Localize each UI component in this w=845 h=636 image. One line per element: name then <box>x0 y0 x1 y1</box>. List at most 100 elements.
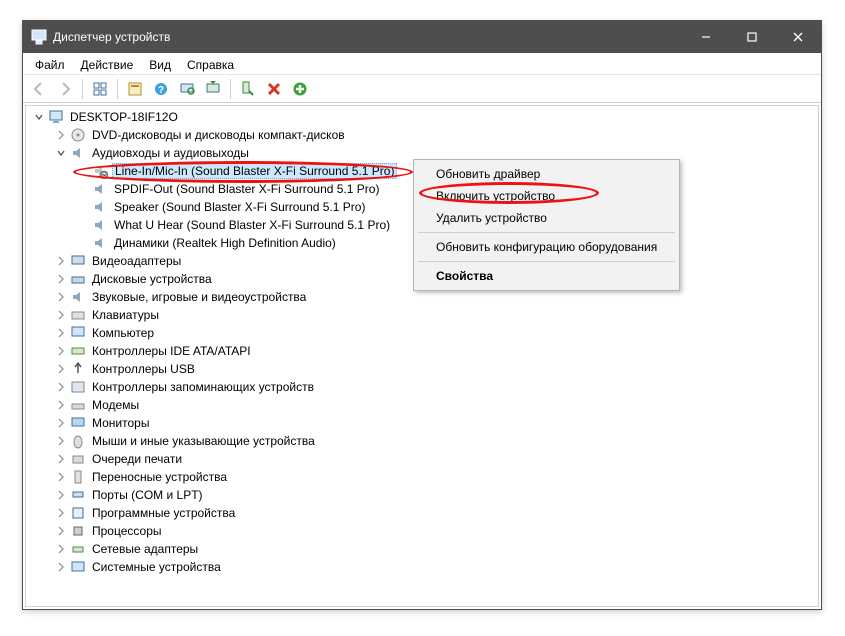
tb-add-button[interactable] <box>288 77 312 101</box>
tree-item-print[interactable]: Очереди печати <box>54 450 818 468</box>
speaker-disabled-icon <box>92 163 108 179</box>
modem-icon <box>70 397 86 413</box>
tree-item-net[interactable]: Сетевые адаптеры <box>54 540 818 558</box>
tb-enable-button[interactable] <box>236 77 260 101</box>
chevron-right-icon[interactable] <box>54 560 68 574</box>
tb-uninstall-button[interactable] <box>262 77 286 101</box>
menu-file[interactable]: Файл <box>27 56 73 74</box>
maximize-button[interactable] <box>729 21 775 53</box>
tree-root-label: DESKTOP-18IF12O <box>68 110 180 124</box>
device-tree[interactable]: DESKTOP-18IF12O DVD-дисководы и дисковод… <box>25 105 819 607</box>
tree-item-keyboard[interactable]: Клавиатуры <box>54 306 818 324</box>
chevron-right-icon[interactable] <box>54 506 68 520</box>
chevron-right-icon[interactable] <box>54 254 68 268</box>
tb-help-button[interactable]: ? <box>149 77 173 101</box>
ctx-sep <box>418 261 675 262</box>
chevron-right-icon[interactable] <box>54 326 68 340</box>
tree-item-ide[interactable]: Контроллеры IDE ATA/ATAPI <box>54 342 818 360</box>
toolbar-separator <box>230 79 231 99</box>
display-icon <box>70 253 86 269</box>
chevron-right-icon[interactable] <box>54 488 68 502</box>
computer-icon <box>48 109 64 125</box>
toolbar-separator <box>117 79 118 99</box>
chevron-right-icon[interactable] <box>54 362 68 376</box>
ctx-props[interactable]: Свойства <box>416 265 677 287</box>
chevron-right-icon[interactable] <box>54 434 68 448</box>
chevron-right-icon[interactable] <box>54 128 68 142</box>
menubar: Файл Действие Вид Справка <box>23 53 821 75</box>
chevron-right-icon[interactable] <box>54 398 68 412</box>
device-manager-window: Диспетчер устройств Файл Действие Вид Сп… <box>22 20 822 610</box>
context-menu: Обновить драйвер Включить устройство Уда… <box>413 159 680 291</box>
menu-view[interactable]: Вид <box>141 56 179 74</box>
speaker-icon <box>92 181 108 197</box>
chevron-right-icon[interactable] <box>54 416 68 430</box>
net-icon <box>70 541 86 557</box>
tb-properties-button[interactable] <box>123 77 147 101</box>
minimize-button[interactable] <box>683 21 729 53</box>
tree-item-storage[interactable]: Контроллеры запоминающих устройств <box>54 378 818 396</box>
menu-action[interactable]: Действие <box>73 56 142 74</box>
tree-item-portable[interactable]: Переносные устройства <box>54 468 818 486</box>
tree-item-ports[interactable]: Порты (COM и LPT) <box>54 486 818 504</box>
chevron-right-icon[interactable] <box>54 380 68 394</box>
chevron-right-icon[interactable] <box>54 524 68 538</box>
ctx-sep <box>418 232 675 233</box>
chevron-down-icon[interactable] <box>32 110 46 124</box>
tree-item-usb[interactable]: Контроллеры USB <box>54 360 818 378</box>
speaker-icon <box>92 235 108 251</box>
speaker-icon <box>92 217 108 233</box>
tree-item-computer[interactable]: Компьютер <box>54 324 818 342</box>
usb-icon <box>70 361 86 377</box>
tb-fwd-button[interactable] <box>53 77 77 101</box>
monitor-icon <box>70 415 86 431</box>
cpu-icon <box>70 523 86 539</box>
audio-icon <box>70 145 86 161</box>
chevron-right-icon[interactable] <box>54 344 68 358</box>
tb-update-button[interactable] <box>201 77 225 101</box>
tree-item-monitor[interactable]: Мониторы <box>54 414 818 432</box>
svg-text:?: ? <box>158 85 164 96</box>
sys-icon <box>70 559 86 575</box>
tb-back-button[interactable] <box>27 77 51 101</box>
menu-help[interactable]: Справка <box>179 56 242 74</box>
controller-icon <box>70 343 86 359</box>
mouse-icon <box>70 433 86 449</box>
ctx-scan[interactable]: Обновить конфигурацию оборудования <box>416 236 677 258</box>
ctx-update[interactable]: Обновить драйвер <box>416 163 677 185</box>
keyboard-icon <box>70 307 86 323</box>
chevron-down-icon[interactable] <box>54 146 68 160</box>
tb-scan-button[interactable] <box>175 77 199 101</box>
close-button[interactable] <box>775 21 821 53</box>
portable-icon <box>70 469 86 485</box>
tree-item-mouse[interactable]: Мыши и иные указывающие устройства <box>54 432 818 450</box>
chevron-right-icon[interactable] <box>54 452 68 466</box>
disc-icon <box>70 127 86 143</box>
tb-showall-button[interactable] <box>88 77 112 101</box>
ctx-remove[interactable]: Удалить устройство <box>416 207 677 229</box>
window-title: Диспетчер устройств <box>53 30 170 44</box>
ctx-enable[interactable]: Включить устройство <box>416 185 677 207</box>
tree-item-cpu[interactable]: Процессоры <box>54 522 818 540</box>
speaker-icon <box>92 199 108 215</box>
print-icon <box>70 451 86 467</box>
chevron-right-icon[interactable] <box>54 470 68 484</box>
tree-item-dvd[interactable]: DVD-дисководы и дисководы компакт-дисков <box>54 126 818 144</box>
tree-item-soft[interactable]: Программные устройства <box>54 504 818 522</box>
toolbar: ? <box>23 75 821 103</box>
tree-item-modem[interactable]: Модемы <box>54 396 818 414</box>
ports-icon <box>70 487 86 503</box>
tree-root[interactable]: DESKTOP-18IF12O <box>32 108 818 126</box>
chevron-right-icon[interactable] <box>54 272 68 286</box>
app-icon <box>31 29 47 45</box>
tree-item-sys[interactable]: Системные устройства <box>54 558 818 576</box>
chevron-right-icon[interactable] <box>54 290 68 304</box>
sound-icon <box>70 289 86 305</box>
toolbar-separator <box>82 79 83 99</box>
storage-icon <box>70 379 86 395</box>
chevron-right-icon[interactable] <box>54 308 68 322</box>
chevron-right-icon[interactable] <box>54 542 68 556</box>
soft-icon <box>70 505 86 521</box>
body-area: DESKTOP-18IF12O DVD-дисководы и дисковод… <box>23 103 821 609</box>
computer-icon <box>70 325 86 341</box>
